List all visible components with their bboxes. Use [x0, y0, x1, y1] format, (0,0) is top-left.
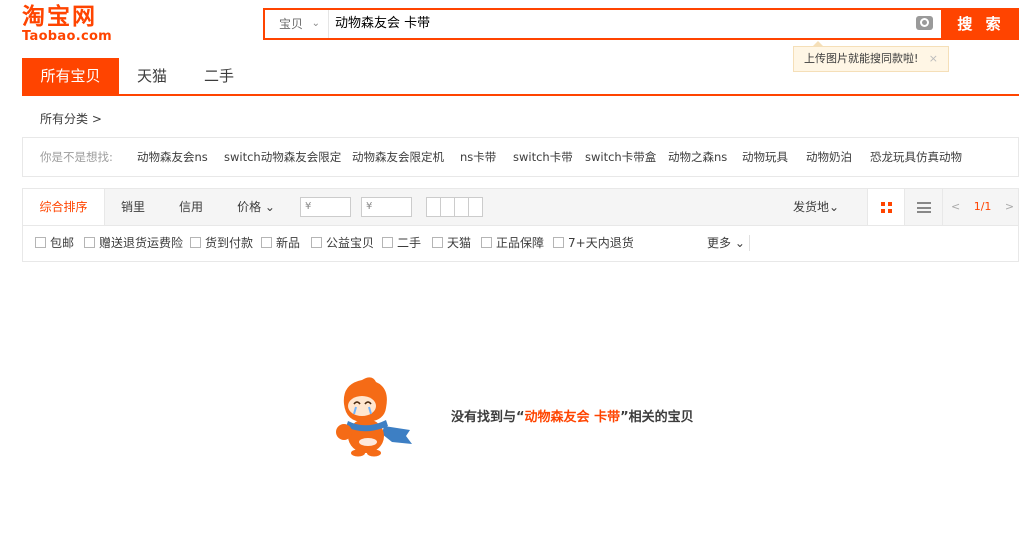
- checkbox[interactable]: [84, 237, 95, 248]
- prev-page-button[interactable]: <: [951, 200, 960, 213]
- filter-genuine[interactable]: 正品保障: [481, 225, 544, 261]
- suggestion-item[interactable]: ns卡带: [460, 138, 496, 176]
- logo-chinese: 淘宝网: [22, 3, 97, 30]
- tab-all-items[interactable]: 所有宝贝: [22, 58, 119, 94]
- tab-second-hand[interactable]: 二手: [194, 58, 244, 94]
- suggestion-item[interactable]: 恐龙玩具仿真动物: [870, 138, 962, 176]
- suggestion-item[interactable]: 动物奶泊: [806, 138, 852, 176]
- filter-free-shipping[interactable]: 包邮: [35, 225, 74, 261]
- checkbox[interactable]: [35, 237, 46, 248]
- price-max-input[interactable]: ¥: [361, 197, 412, 217]
- camera-icon[interactable]: [916, 16, 933, 30]
- mini-pager: < 1/1 >: [951, 189, 1014, 225]
- search-category-label: 宝贝: [279, 17, 304, 31]
- search-box: 宝贝 ⌄ 动物森友会 卡带: [263, 8, 943, 40]
- chevron-down-icon: ⌄: [311, 18, 320, 29]
- filter-bar: 包邮 赠送退货运费险 货到付款 新品 公益宝贝 二手 天猫 正品保障 7+天内退…: [22, 225, 1019, 262]
- suggestion-item[interactable]: switch卡带盒: [585, 138, 656, 176]
- checkbox[interactable]: [481, 237, 492, 248]
- filter-charity[interactable]: 公益宝贝: [311, 225, 374, 261]
- suggestion-item[interactable]: 动物森友会限定机: [352, 138, 444, 176]
- sort-default[interactable]: 综合排序: [23, 189, 105, 225]
- empty-prefix: 没有找到与“: [451, 410, 525, 425]
- checkbox[interactable]: [553, 237, 564, 248]
- suggestion-item[interactable]: switch动物森友会限定: [224, 138, 341, 176]
- search-category-select[interactable]: 宝贝 ⌄: [265, 10, 329, 38]
- category-breadcrumb[interactable]: 所有分类 >: [40, 110, 102, 127]
- filter-7-day-return[interactable]: 7+天内退货: [553, 225, 634, 261]
- empty-keyword: 动物森友会 卡带: [524, 410, 621, 425]
- search-button[interactable]: 搜 索: [943, 8, 1019, 40]
- logo-english: Taobao.com: [22, 29, 113, 44]
- ship-from-dropdown[interactable]: 发货地⌄: [789, 189, 843, 225]
- checkbox[interactable]: [190, 237, 201, 248]
- taobao-logo[interactable]: 淘宝网 Taobao.com: [22, 4, 122, 44]
- filter-new[interactable]: 新品: [261, 225, 300, 261]
- filter-cash-on-delivery[interactable]: 货到付款: [190, 225, 253, 261]
- checkbox[interactable]: [311, 237, 322, 248]
- search-tabs: 所有宝贝 天猫 二手: [22, 58, 1019, 96]
- filter-second-hand[interactable]: 二手: [382, 225, 421, 261]
- checkbox[interactable]: [432, 237, 443, 248]
- sort-sales[interactable]: 销里: [113, 189, 153, 225]
- empty-result-message: 没有找到与“动物森友会 卡带”相关的宝贝: [451, 406, 694, 425]
- suggestion-bar: 你是不是想找: 动物森友会ns switch动物森友会限定 动物森友会限定机 n…: [22, 137, 1019, 177]
- sort-credit[interactable]: 信用: [171, 189, 211, 225]
- grid-view-button[interactable]: [867, 189, 905, 225]
- sort-bar: 综合排序 销里 信用 价格 ⌄ ¥ - ¥ 发货地⌄ < 1/1 >: [22, 188, 1019, 226]
- grid-icon: [881, 202, 892, 213]
- filter-return-insurance[interactable]: 赠送退货运费险: [84, 225, 183, 261]
- price-min-input[interactable]: ¥: [300, 197, 351, 217]
- empty-suffix: ”相关的宝贝: [620, 410, 694, 425]
- list-view-button[interactable]: [905, 189, 943, 225]
- suggestion-item[interactable]: switch卡带: [513, 138, 573, 176]
- suggestion-item[interactable]: 动物之森ns: [668, 138, 727, 176]
- filter-tmall[interactable]: 天猫: [432, 225, 471, 261]
- search-input[interactable]: 动物森友会 卡带: [335, 10, 430, 38]
- next-page-button[interactable]: >: [1005, 200, 1014, 213]
- suggestion-item[interactable]: 动物玩具: [742, 138, 788, 176]
- page-indicator: 1/1: [973, 200, 992, 213]
- taobao-mascot-image: [336, 377, 412, 457]
- checkbox[interactable]: [261, 237, 272, 248]
- more-filters-button[interactable]: 更多 ⌄: [707, 225, 745, 261]
- checkbox[interactable]: [382, 237, 393, 248]
- sort-price[interactable]: 价格 ⌄: [231, 189, 281, 225]
- divider: [749, 235, 750, 251]
- suggestion-item[interactable]: 动物森友会ns: [137, 138, 208, 176]
- suggestion-label: 你是不是想找:: [40, 150, 113, 164]
- tab-tmall[interactable]: 天猫: [127, 58, 177, 94]
- list-icon: [917, 202, 931, 213]
